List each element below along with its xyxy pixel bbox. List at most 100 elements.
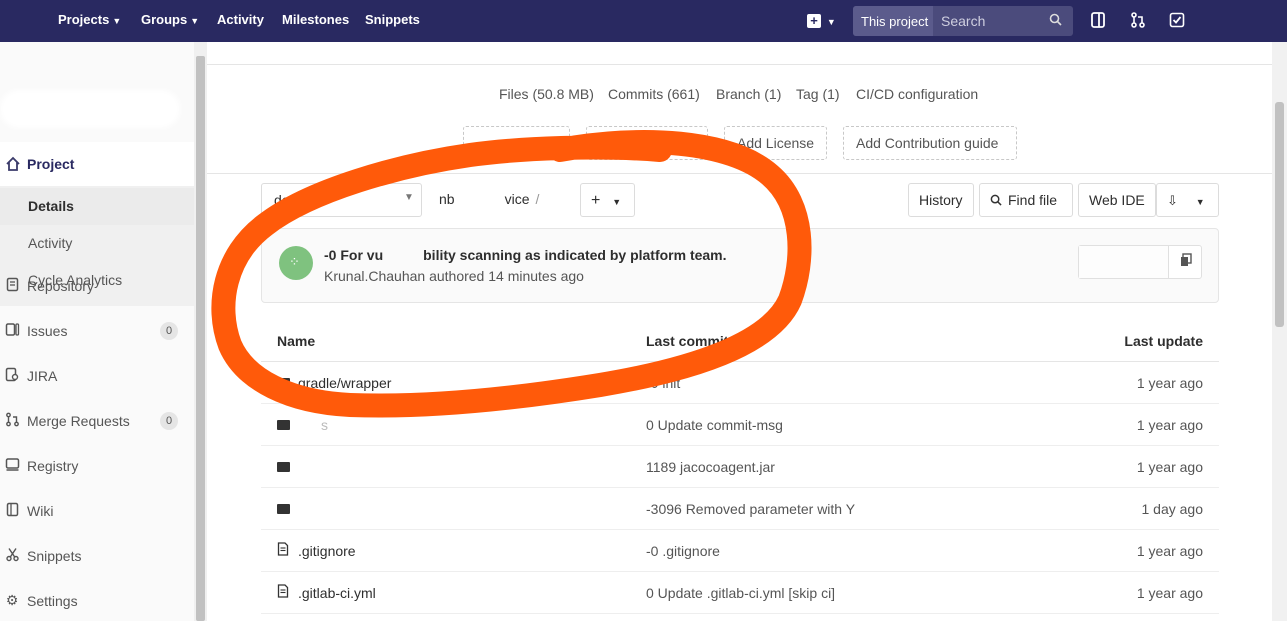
avatar-pattern-icon: ⁘ — [289, 254, 300, 269]
nav-projects[interactable]: Projects ▼ — [58, 12, 121, 27]
sidebar-item-wiki[interactable]: Wiki — [0, 496, 194, 526]
top-navbar: Projects ▼ Groups ▼ Activity Milestones Sn… — [0, 0, 1287, 42]
stat-branch-link[interactable]: Branch (1) — [716, 86, 781, 102]
table-row[interactable]: .gitlab-ci.yml 0 Update .gitlab-ci.yml [… — [261, 572, 1219, 614]
todo-check-icon[interactable] — [1169, 11, 1185, 34]
find-file-button[interactable]: Find file — [979, 183, 1073, 217]
sidebar-scrollbar[interactable] — [194, 42, 207, 621]
tree-item-commit[interactable]: -0 init — [646, 375, 680, 391]
breadcrumb: nb vice / — [439, 191, 545, 207]
tree-item-commit[interactable]: 0 Update .gitlab-ci.yml [skip ci] — [646, 585, 835, 601]
nav-groups[interactable]: Groups ▼ — [141, 12, 199, 27]
add-contribution-guide-button[interactable]: Add Contribution guide — [843, 126, 1017, 160]
sidebar-toggle-icon[interactable] — [1090, 11, 1106, 34]
page-scrollbar[interactable] — [1272, 42, 1287, 621]
col-name-header: Name — [277, 333, 316, 349]
search-scope-badge[interactable]: This project — [853, 6, 933, 36]
web-ide-button[interactable]: Web IDE — [1078, 183, 1156, 217]
col-last-commit-header: Last commit — [646, 333, 729, 349]
search-box: This project — [853, 6, 1073, 36]
search-icon — [990, 193, 1002, 209]
sidebar-item-label: Settings — [27, 593, 78, 609]
search-input[interactable] — [935, 6, 1045, 36]
add-changelog-button[interactable] — [586, 126, 708, 160]
nav-snippets[interactable]: Snippets — [365, 12, 420, 27]
tree-item-name[interactable]: s — [321, 417, 328, 433]
table-row[interactable]: s 0 Update commit-msg 1 year ago — [261, 404, 1219, 446]
stat-commits-link[interactable]: Commits (661) — [608, 86, 700, 102]
project-sidebar: Project Details Activity Cycle Analytics… — [0, 42, 207, 621]
sidebar-item-merge-requests[interactable]: Merge Requests 0 — [0, 406, 194, 436]
sidebar-subitem-activity[interactable]: Activity — [0, 225, 194, 262]
table-row[interactable]: gradle/wrapper -0 init 1 year ago — [261, 362, 1219, 404]
new-item-dropdown[interactable]: + ▼ — [807, 12, 836, 28]
breadcrumb-project-suffix[interactable]: vice — [505, 191, 530, 207]
breadcrumb-separator: / — [535, 191, 540, 207]
sidebar-item-snippets[interactable]: Snippets — [0, 541, 194, 571]
merge-requests-count-badge: 0 — [160, 412, 178, 430]
commit-author-link[interactable]: Krunal.Chauhan — [324, 268, 425, 284]
last-commit-panel: ⁘ -0 For vu bility scanning as indicated … — [261, 228, 1219, 303]
sidebar-item-label: JIRA — [27, 368, 58, 384]
sidebar-item-jira[interactable]: JIRA — [0, 361, 194, 391]
plus-square-icon: + — [807, 14, 821, 28]
table-row[interactable]: -3096 Removed parameter with Y 1 day ago — [261, 488, 1219, 530]
tree-item-date: 1 year ago — [1136, 417, 1203, 433]
tree-item-commit[interactable]: -0 .gitignore — [646, 543, 720, 559]
add-to-tree-dropdown[interactable]: + ▼ — [580, 183, 635, 217]
chevron-down-icon: ▼ — [112, 16, 122, 26]
snippets-icon — [4, 547, 20, 565]
history-button[interactable]: History — [908, 183, 974, 217]
commit-sha[interactable] — [1079, 246, 1168, 278]
search-icon — [1049, 13, 1062, 29]
sidebar-item-project[interactable]: Project — [0, 142, 194, 186]
stat-files-link[interactable]: Files (50.8 MB) — [499, 86, 594, 102]
merge-request-icon — [4, 412, 20, 430]
tree-item-commit[interactable]: -3096 Removed parameter with Y — [646, 501, 855, 517]
sidebar-item-registry[interactable]: Registry — [0, 451, 194, 481]
tree-item-name[interactable]: .gitlab-ci.yml — [298, 585, 376, 601]
settings-icon: ⚙ — [5, 592, 19, 608]
nav-groups-label: Groups — [141, 12, 188, 27]
divider — [207, 173, 1272, 174]
page-scrollbar-thumb[interactable] — [1275, 102, 1284, 327]
download-icon: ⇩ — [1167, 193, 1178, 208]
folder-icon — [277, 416, 291, 432]
sidebar-item-issues[interactable]: Issues 0 — [0, 316, 194, 346]
tree-item-name[interactable]: gradle/wrapper — [298, 375, 391, 391]
stat-tag-link[interactable]: Tag (1) — [796, 86, 840, 102]
branch-selector[interactable]: develop ▼ — [261, 183, 422, 217]
add-readme-button[interactable] — [463, 126, 570, 160]
commit-meta: Krunal.Chauhan authored 14 minutes ago — [324, 268, 584, 284]
tree-item-name[interactable]: .gitignore — [298, 543, 356, 559]
breadcrumb-project-prefix[interactable]: nb — [439, 191, 455, 207]
nav-activity[interactable]: Activity — [217, 12, 264, 27]
nav-projects-label: Projects — [58, 12, 110, 27]
download-dropdown[interactable]: ⇩ ▼ — [1156, 183, 1219, 217]
commit-sha-group — [1078, 245, 1202, 279]
file-icon — [277, 542, 291, 559]
branch-name: develop — [274, 192, 324, 208]
table-row[interactable]: 1189 jacocoagent.jar 1 year ago — [261, 446, 1219, 488]
tree-item-commit[interactable]: 0 Update commit-msg — [646, 417, 783, 433]
sidebar-item-label: Registry — [27, 458, 79, 474]
stat-cicd-link[interactable]: CI/CD configuration — [856, 86, 978, 102]
sidebar-item-settings[interactable]: ⚙ Settings — [0, 586, 194, 616]
tree-item-date: 1 day ago — [1141, 501, 1204, 517]
sidebar-item-repository[interactable]: Repository — [0, 271, 194, 301]
sidebar-scrollbar-thumb[interactable] — [196, 56, 205, 621]
add-license-button[interactable]: Add License — [724, 126, 827, 160]
nav-milestones[interactable]: Milestones — [282, 12, 349, 27]
merge-request-icon[interactable] — [1130, 11, 1146, 34]
chevron-down-icon: ▼ — [826, 17, 836, 27]
commit-title[interactable]: -0 For vu bility scanning as indicated by… — [324, 247, 727, 263]
divider — [207, 64, 1272, 65]
sidebar-item-label: Snippets — [27, 548, 82, 564]
table-row[interactable]: .gitignore -0 .gitignore 1 year ago — [261, 530, 1219, 572]
tree-item-commit[interactable]: 1189 jacocoagent.jar — [646, 459, 775, 475]
commit-title-suffix: bility scanning as indicated by platform… — [423, 247, 727, 263]
tree-item-date: 1 year ago — [1136, 375, 1203, 391]
sidebar-subitem-details[interactable]: Details — [0, 188, 194, 225]
avatar[interactable]: ⁘ — [279, 246, 313, 280]
copy-sha-button[interactable] — [1168, 246, 1202, 278]
